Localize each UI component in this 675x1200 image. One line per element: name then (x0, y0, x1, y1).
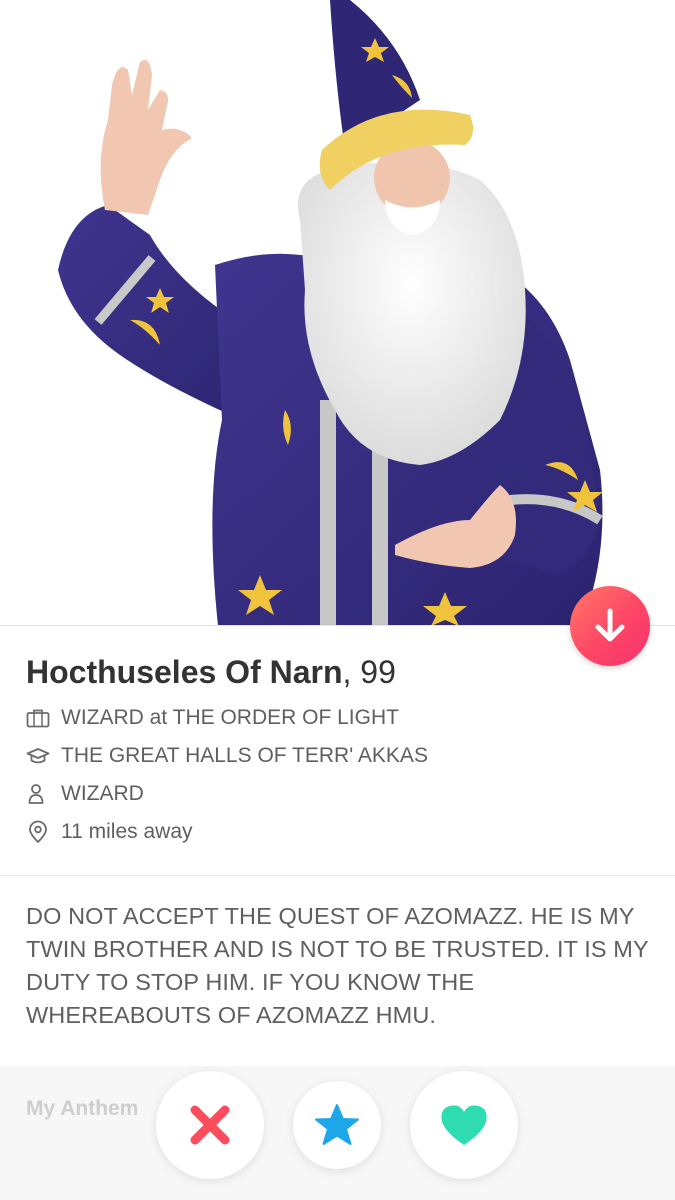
profile-bio: DO NOT ACCEPT THE QUEST OF AZOMAZZ. HE I… (26, 903, 649, 1028)
heart-icon (441, 1105, 487, 1145)
profile-name: Hocthuseles Of Narn (26, 654, 343, 690)
job-row: WIZARD at THE ORDER OF LIGHT (26, 703, 399, 733)
job-text: WIZARD at THE ORDER OF LIGHT (61, 706, 399, 729)
nope-button[interactable] (156, 1071, 264, 1179)
super-like-button[interactable] (293, 1081, 381, 1169)
gender-text: WIZARD (61, 782, 144, 805)
distance-row: 11 miles away (26, 817, 193, 847)
profile-name-age: Hocthuseles Of Narn, 99 (26, 654, 396, 691)
graduation-cap-icon (26, 744, 52, 768)
school-text: THE GREAT HALLS OF TERR' AKKAS (61, 744, 428, 767)
gender-row: WIZARD (26, 779, 144, 809)
x-icon (190, 1105, 230, 1145)
like-button[interactable] (410, 1071, 518, 1179)
location-pin-icon (26, 820, 52, 844)
anthem-label: My Anthem (26, 1097, 139, 1120)
section-divider (0, 875, 675, 876)
briefcase-icon (26, 706, 52, 730)
distance-text: 11 miles away (61, 820, 193, 843)
collapse-profile-button[interactable] (570, 586, 650, 666)
profile-photo[interactable] (0, 0, 675, 626)
wizard-costume-image (58, 0, 603, 626)
profile-age: , 99 (342, 654, 396, 690)
arrow-down-icon (595, 608, 625, 642)
person-icon (26, 782, 52, 806)
star-icon (315, 1104, 359, 1145)
school-row: THE GREAT HALLS OF TERR' AKKAS (26, 741, 428, 771)
